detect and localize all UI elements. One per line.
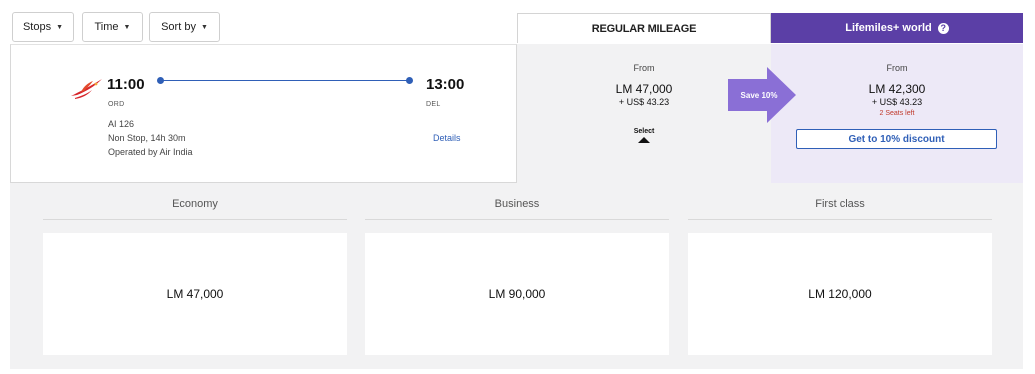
- cabin-label-first-class: First class: [815, 198, 865, 210]
- stops-filter-label: Stops: [22, 21, 52, 33]
- air-india-logo-icon: [71, 79, 102, 99]
- tab-regular-mileage[interactable]: REGULAR MILEAGE: [517, 13, 771, 43]
- cabin-divider: [43, 219, 347, 220]
- tab-lifemiles-label: Lifemiles+ world: [845, 22, 932, 34]
- cabin-card-business[interactable]: LM 90,000: [365, 233, 669, 355]
- arrival-airport: DEL: [426, 101, 441, 108]
- cabin-price-economy: LM 47,000: [166, 287, 224, 301]
- details-link[interactable]: Details: [433, 133, 461, 143]
- cabin-price-first-class: LM 120,000: [808, 287, 872, 301]
- flight-duration: Non Stop, 14h 30m: [108, 133, 186, 143]
- cabin-divider: [365, 219, 669, 220]
- cabin-label-business: Business: [494, 198, 540, 210]
- time-filter-button[interactable]: Time ▼: [82, 12, 143, 42]
- seats-left-badge: 2 Seats left: [879, 110, 915, 117]
- route-end-dot: [406, 77, 413, 84]
- sort-by-label: Sort by: [161, 21, 196, 33]
- caret-down-icon: ▼: [200, 23, 208, 31]
- flight-number: AI 126: [108, 119, 135, 129]
- cabin-label-economy: Economy: [172, 198, 218, 210]
- flight-operator: Operated by Air India: [108, 147, 193, 157]
- lifemiles-miles-price: LM 42,300: [868, 82, 926, 96]
- tab-lifemiles-world[interactable]: Lifemiles+ world ?: [771, 13, 1023, 43]
- flight-card: 11:00 ORD 13:00 DEL AI 126 Non Stop, 14h…: [10, 44, 517, 183]
- sort-by-button[interactable]: Sort by ▼: [149, 12, 220, 42]
- lifemiles-from-label: From: [886, 63, 908, 73]
- departure-airport: ORD: [108, 101, 125, 108]
- get-discount-button[interactable]: Get to 10% discount: [796, 129, 997, 149]
- route-line: [160, 80, 410, 81]
- get-discount-label: Get to 10% discount: [848, 133, 945, 145]
- lifemiles-usd-price: + US$ 43.23: [871, 97, 923, 107]
- departure-time: 11:00: [107, 76, 145, 93]
- caret-up-icon: [638, 137, 650, 143]
- flight-results: Stops ▼ Time ▼ Sort by ▼ REGULAR MILEAGE…: [0, 0, 1035, 374]
- stops-filter-button[interactable]: Stops ▼: [12, 12, 74, 42]
- select-button[interactable]: Select: [617, 128, 671, 143]
- cabin-divider: [688, 219, 992, 220]
- tab-regular-label: REGULAR MILEAGE: [591, 22, 697, 35]
- cabin-price-business: LM 90,000: [488, 287, 546, 301]
- caret-down-icon: ▼: [56, 23, 64, 31]
- caret-down-icon: ▼: [123, 23, 131, 31]
- help-icon[interactable]: ?: [937, 22, 949, 34]
- cabin-card-first-class[interactable]: LM 120,000: [688, 233, 992, 355]
- cabin-card-economy[interactable]: LM 47,000: [43, 233, 347, 355]
- time-filter-label: Time: [94, 21, 119, 33]
- arrival-time: 13:00: [426, 76, 465, 93]
- select-label: Select: [633, 128, 655, 135]
